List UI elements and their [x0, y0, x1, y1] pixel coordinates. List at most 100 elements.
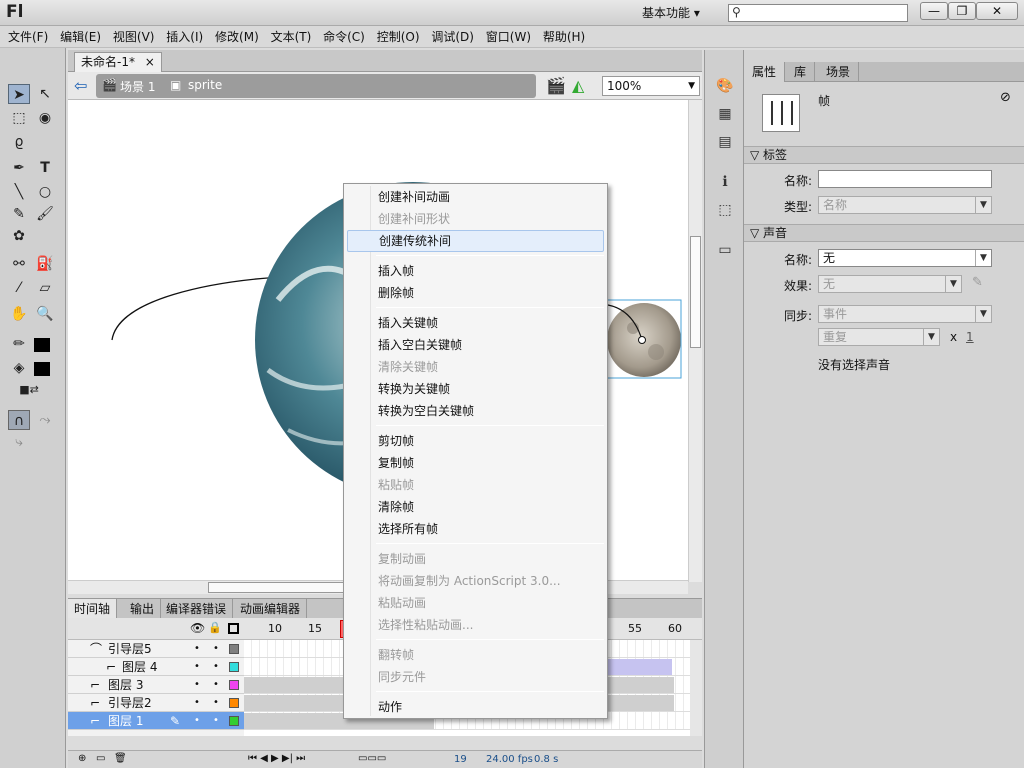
new-folder-icon[interactable]: ▭ — [96, 753, 105, 764]
sync-select[interactable]: 事件 ▼ — [818, 305, 992, 323]
repeat-count[interactable]: 1 — [966, 330, 974, 344]
swap-colors-icon[interactable]: ■⇄ — [18, 380, 40, 400]
zoom-tool-icon[interactable]: 🔍 — [34, 304, 56, 324]
stroke-color-icon[interactable]: ✏ — [8, 334, 30, 354]
align-panel-icon[interactable]: ▤ — [715, 134, 735, 152]
tab-output[interactable]: 输出 — [124, 599, 162, 619]
edit-scene-icon[interactable]: 🎬 — [546, 76, 566, 95]
edit-properties-icon[interactable]: ⊘ — [1000, 90, 1011, 105]
menu-help[interactable]: 帮助(H) — [535, 26, 585, 48]
menu-item-actions[interactable]: 动作 — [347, 696, 604, 718]
straighten-icon[interactable]: ⤷ — [8, 432, 30, 452]
menu-control[interactable]: 控制(O) — [369, 26, 420, 48]
menu-debug[interactable]: 调试(D) — [423, 26, 474, 48]
pen-tool-icon[interactable]: ✒ — [8, 158, 30, 178]
menu-text[interactable]: 文本(T) — [263, 26, 312, 48]
tab-timeline[interactable]: 时间轴 — [68, 599, 118, 619]
menu-insert[interactable]: 插入(I) — [158, 26, 203, 48]
tab-properties[interactable]: 属性 — [744, 62, 786, 82]
eye-icon[interactable]: 👁 — [190, 621, 205, 635]
search-input[interactable]: ⚲ — [728, 4, 908, 22]
document-tab[interactable]: 未命名-1* × — [74, 52, 162, 72]
menu-item-create-shape-tween[interactable]: 创建补间形状 — [347, 208, 604, 230]
snap-magnet-icon[interactable]: ∩ — [8, 410, 30, 430]
menu-modify[interactable]: 修改(M) — [207, 26, 259, 48]
menu-item-convert-to-keyframe[interactable]: 转换为关键帧 — [347, 378, 604, 400]
sound-section-header[interactable]: ▽ 声音 — [744, 224, 1024, 242]
smooth-icon[interactable]: ⤳ — [34, 410, 56, 430]
outline-icon[interactable] — [228, 623, 239, 634]
3d-rotation-tool-icon[interactable]: ◉ — [34, 108, 56, 128]
timeline-vscroll[interactable] — [690, 640, 702, 736]
minimize-button[interactable]: — — [920, 2, 948, 20]
menu-commands[interactable]: 命令(C) — [315, 26, 365, 48]
menu-item-create-motion-tween[interactable]: 创建补间动画 — [347, 186, 604, 208]
menu-item-insert-blank-keyframe[interactable]: 插入空白关键帧 — [347, 334, 604, 356]
workspace-switcher[interactable]: 基本功能 ▾ — [636, 4, 706, 22]
text-tool-icon[interactable]: T — [34, 158, 56, 178]
menu-item-paste-frames[interactable]: 粘贴帧 — [347, 474, 604, 496]
tab-motion-editor[interactable]: 动画编辑器 — [234, 599, 308, 619]
selection-tool-icon[interactable]: ➤ — [8, 84, 30, 104]
edit-symbols-icon[interactable]: ◭ — [572, 76, 584, 95]
eraser-tool-icon[interactable]: ▱ — [34, 278, 56, 298]
label-section-header[interactable]: ▽ 标签 — [744, 146, 1024, 164]
new-layer-icon[interactable]: ⊕ — [78, 753, 86, 764]
oval-tool-icon[interactable]: ○ — [34, 182, 56, 202]
fill-color-icon[interactable]: ◈ — [8, 358, 30, 378]
tab-library[interactable]: 库 — [786, 62, 816, 82]
back-arrow-icon[interactable]: ⇦ — [74, 76, 87, 95]
menu-item-select-all-frames[interactable]: 选择所有帧 — [347, 518, 604, 540]
bone-tool-icon[interactable]: ⚯ — [8, 254, 30, 274]
layer-row[interactable]: ⌒ 引导层5 • • — [68, 640, 244, 658]
stroke-color-swatch[interactable] — [34, 338, 50, 352]
menu-item-create-classic-tween[interactable]: 创建传统补间 — [347, 230, 604, 252]
layer-row[interactable]: ⌐ 图层 3 • • — [68, 676, 244, 694]
menu-file[interactable]: 文件(F) — [0, 26, 48, 48]
transform-panel-icon[interactable]: ⬚ — [715, 202, 735, 220]
effect-select[interactable]: 无 ▼ — [818, 275, 962, 293]
menu-item-insert-keyframe[interactable]: 插入关键帧 — [347, 312, 604, 334]
line-tool-icon[interactable]: ╲ — [8, 182, 30, 202]
paint-bucket-tool-icon[interactable]: ⛽ — [34, 254, 56, 274]
deco-tool-icon[interactable]: ✿ — [8, 226, 30, 246]
onion-skin-icon[interactable]: ▭▭▭ — [358, 753, 386, 764]
maximize-button[interactable]: ❐ — [948, 2, 976, 20]
vertical-scroll-thumb[interactable] — [690, 236, 701, 348]
layer-row-selected[interactable]: ⌐ 图层 1 ✎ • • — [68, 712, 244, 730]
horizontal-scroll-thumb[interactable] — [208, 582, 348, 593]
close-window-button[interactable]: ✕ — [976, 2, 1018, 20]
tab-compiler-errors[interactable]: 编译器错误 — [160, 599, 234, 619]
components-panel-icon[interactable]: ▭ — [715, 242, 735, 260]
breadcrumb-symbol[interactable]: sprite — [188, 78, 222, 92]
fill-color-swatch[interactable] — [34, 362, 50, 376]
swatches-panel-icon[interactable]: ▦ — [715, 106, 735, 124]
lock-icon[interactable]: 🔒 — [208, 621, 222, 634]
menu-window[interactable]: 窗口(W) — [478, 26, 531, 48]
vertical-scrollbar[interactable] — [688, 100, 702, 582]
menu-edit[interactable]: 编辑(E) — [52, 26, 101, 48]
brush-tool-icon[interactable]: 🖌 — [34, 204, 56, 224]
menu-item-delete-frame[interactable]: 删除帧 — [347, 282, 604, 304]
layer-color-swatch[interactable] — [229, 662, 239, 672]
repeat-select[interactable]: 重复 ▼ — [818, 328, 940, 346]
sound-name-select[interactable]: 无 ▼ — [818, 249, 992, 267]
menu-item-copy-motion-as-as3[interactable]: 将动画复制为 ActionScript 3.0... — [347, 570, 604, 592]
pencil-tool-icon[interactable]: ✎ — [8, 204, 30, 224]
edit-envelope-icon[interactable]: ✎ — [972, 275, 983, 290]
zoom-select[interactable]: 100% ▼ — [602, 76, 700, 96]
menu-item-copy-frames[interactable]: 复制帧 — [347, 452, 604, 474]
info-panel-icon[interactable]: ℹ — [715, 174, 735, 192]
breadcrumb-scene[interactable]: 场景 1 — [120, 78, 155, 95]
hand-tool-icon[interactable]: ✋ — [8, 304, 30, 324]
menu-item-clear-frames[interactable]: 清除帧 — [347, 496, 604, 518]
menu-item-clear-keyframe[interactable]: 清除关键帧 — [347, 356, 604, 378]
layer-color-swatch[interactable] — [229, 716, 239, 726]
layer-color-swatch[interactable] — [229, 680, 239, 690]
menu-item-convert-to-blank-keyframe[interactable]: 转换为空白关键帧 — [347, 400, 604, 422]
eyedropper-tool-icon[interactable]: ⁄ — [8, 278, 30, 298]
subselection-tool-icon[interactable]: ↖ — [34, 84, 56, 104]
menu-item-cut-frames[interactable]: 剪切帧 — [347, 430, 604, 452]
label-type-select[interactable]: 名称 ▼ — [818, 196, 992, 214]
playback-controls-icon[interactable]: ⏮ ◀ ▶ ▶| ⏭ — [248, 753, 305, 764]
